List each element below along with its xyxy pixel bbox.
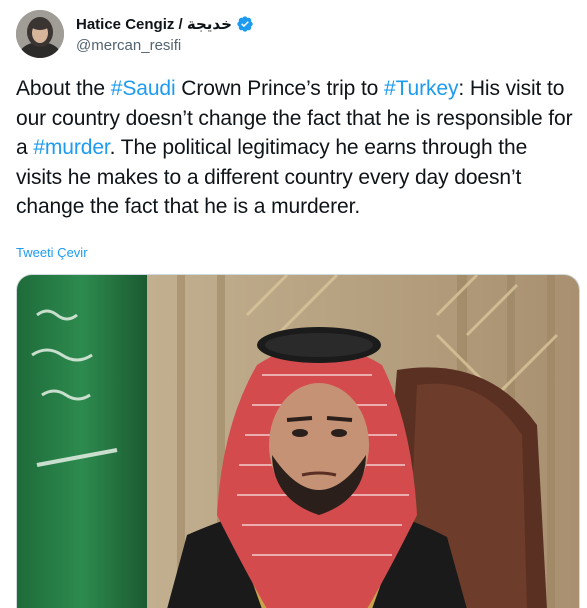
hashtag-link[interactable]: #murder <box>33 136 109 159</box>
profile-photo-icon <box>16 10 64 58</box>
name-row: Hatice Cengiz / خديجة <box>76 15 254 33</box>
tweet-photo-icon <box>17 275 579 608</box>
translate-tweet-link[interactable]: Tweeti Çevir <box>16 245 88 260</box>
tweet-text: About the #Saudi Crown Prince’s trip to … <box>16 74 576 222</box>
tweet-text-segment: Crown Prince’s trip to <box>175 77 384 100</box>
tweet-photo[interactable] <box>16 274 580 608</box>
display-name[interactable]: Hatice Cengiz / خديجة <box>76 15 232 33</box>
verified-badge-icon <box>236 15 254 33</box>
avatar[interactable] <box>16 10 64 58</box>
tweet-text-segment: About the <box>16 77 111 100</box>
hashtag-link[interactable]: #Turkey <box>384 77 458 100</box>
tweet-header: Hatice Cengiz / خديجة @mercan_resifi <box>16 10 571 58</box>
user-handle[interactable]: @mercan_resifi <box>76 37 181 54</box>
hashtag-link[interactable]: #Saudi <box>111 77 176 100</box>
